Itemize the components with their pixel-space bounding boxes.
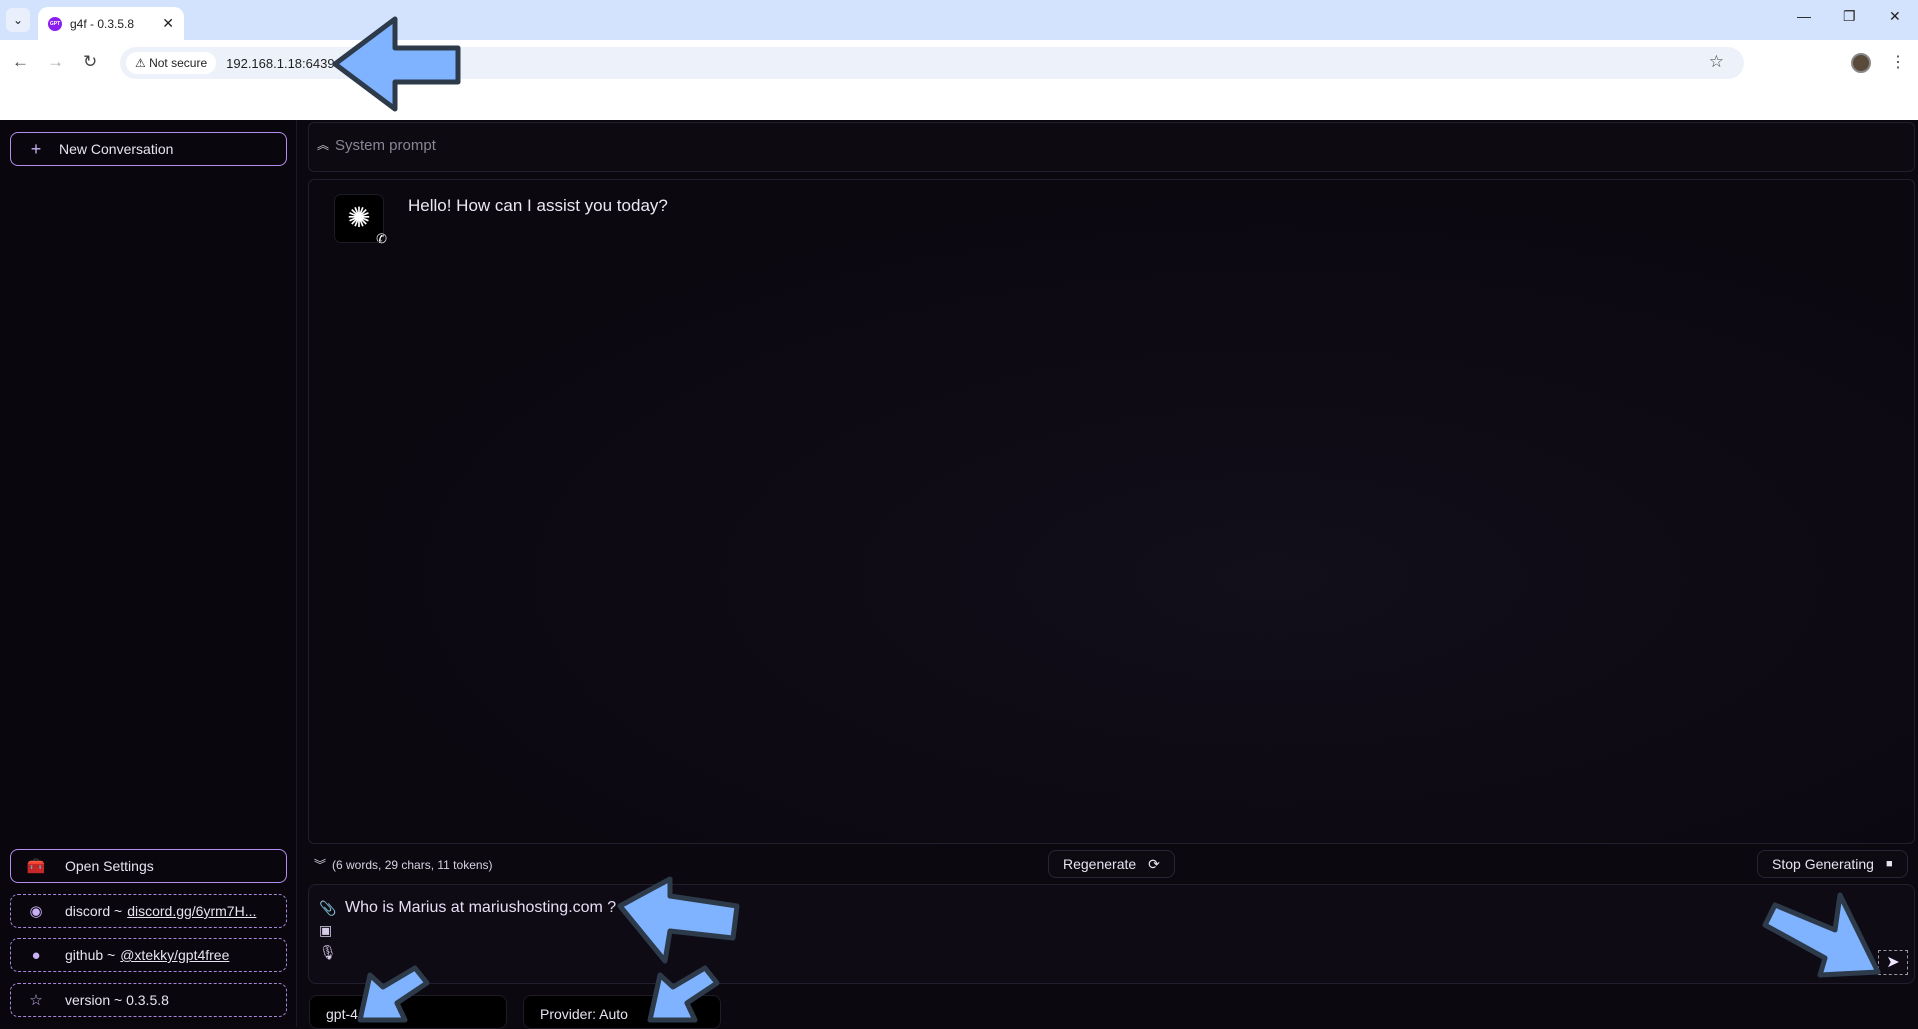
provider-value: Provider: Auto [540,1006,628,1022]
close-window-icon[interactable]: ✕ [1889,8,1901,25]
new-conversation-button[interactable]: + New Conversation [10,132,287,166]
stop-icon: ■ [1885,858,1893,870]
version-label: version ~ 0.3.5.8 [65,992,169,1008]
new-conversation-label: New Conversation [59,141,174,157]
stop-generating-button[interactable]: Stop Generating ■ [1757,850,1908,878]
discord-icon: ◉ [29,903,43,920]
assistant-message: Hello! How can I assist you today? [408,196,668,215]
chevron-up-double-icon[interactable]: ︽ [317,136,329,153]
reload-icon[interactable]: ↻ [83,52,97,72]
discord-label: discord ~ [65,903,123,919]
security-label: Not secure [149,56,208,70]
toolbox-icon: 🧰 [26,858,46,875]
send-button[interactable]: ➤ [1878,950,1908,975]
github-item: ● github ~ @xtekky/gpt4free [10,938,287,972]
message-input-text: Who is Marius at mariushosting.com ? [345,899,617,916]
refresh-icon: ⟳ [1148,855,1160,872]
plus-icon: + [30,138,42,159]
discord-link[interactable]: discord.gg/6yrm7H... [127,903,256,919]
system-prompt-input[interactable]: ︽ System prompt [308,122,1915,172]
profile-avatar[interactable] [1851,53,1871,73]
model-select[interactable]: gpt-4 [309,995,507,1029]
bookmark-star-icon[interactable]: ☆ [1709,52,1724,72]
url-text: 192.168.1.18:6439 [226,55,335,71]
image-icon[interactable]: ▣ [319,919,337,941]
github-label: github ~ [65,947,116,963]
chat-messages: ✺ ✆ Hello! How can I assist you today? [308,179,1915,844]
security-chip[interactable]: ⚠ Not secure [126,52,217,74]
tab-bar: ⌄ GPT g4f - 0.3.5.8 ✕ — ❐ ✕ [0,0,1918,40]
stop-generating-label: Stop Generating [1772,856,1874,872]
browser-chrome: ⌄ GPT g4f - 0.3.5.8 ✕ — ❐ ✕ ← → ↻ ⚠ Not … [0,0,1918,120]
forward-icon[interactable]: → [47,52,64,72]
tab-title: g4f - 0.3.5.8 [70,16,135,31]
close-tab-icon[interactable]: ✕ [162,15,174,32]
message-stats: ︾ (6 words, 29 chars, 11 tokens) [314,856,493,873]
browser-menu-icon[interactable]: ⋮ [1890,52,1906,72]
send-icon: ➤ [1886,954,1900,971]
github-icon: ● [31,946,41,964]
back-icon[interactable]: ← [12,52,29,72]
message-input[interactable]: 📎 ▣ 🎙 Who is Marius at mariushosting.com… [308,884,1915,984]
open-settings-label: Open Settings [65,858,154,874]
tab-active[interactable]: GPT g4f - 0.3.5.8 ✕ [38,7,184,40]
model-value: gpt-4 [326,1006,358,1022]
provider-select[interactable]: Provider: Auto [523,995,721,1029]
version-item: ☆ version ~ 0.3.5.8 [10,983,287,1017]
open-settings-button[interactable]: 🧰 Open Settings [10,849,287,883]
github-link[interactable]: @xtekky/gpt4free [120,947,229,963]
star-icon: ☆ [29,992,43,1009]
system-prompt-placeholder: System prompt [335,137,436,154]
sidebar [0,120,297,1027]
openai-logo-icon: ✺ [347,202,371,233]
stats-text: (6 words, 29 chars, 11 tokens) [332,858,493,872]
paperclip-icon[interactable]: 📎 [319,897,337,919]
favicon-icon: GPT [48,16,62,31]
regenerate-label: Regenerate [1063,856,1137,872]
address-bar[interactable]: ⚠ Not secure 192.168.1.18:6439 ☆ [120,47,1744,79]
regenerate-button[interactable]: Regenerate ⟳ [1048,850,1175,878]
tab-search-button[interactable]: ⌄ [6,8,30,32]
minimize-icon[interactable]: — [1797,8,1811,24]
restore-icon[interactable]: ❐ [1843,8,1856,25]
assistant-avatar: ✺ ✆ [334,194,387,246]
phone-icon: ✆ [376,231,387,246]
discord-item: ◉ discord ~ discord.gg/6yrm7H... [10,894,287,928]
microphone-icon[interactable]: 🎙 [319,941,337,963]
chevron-down-double-icon[interactable]: ︾ [314,858,326,872]
